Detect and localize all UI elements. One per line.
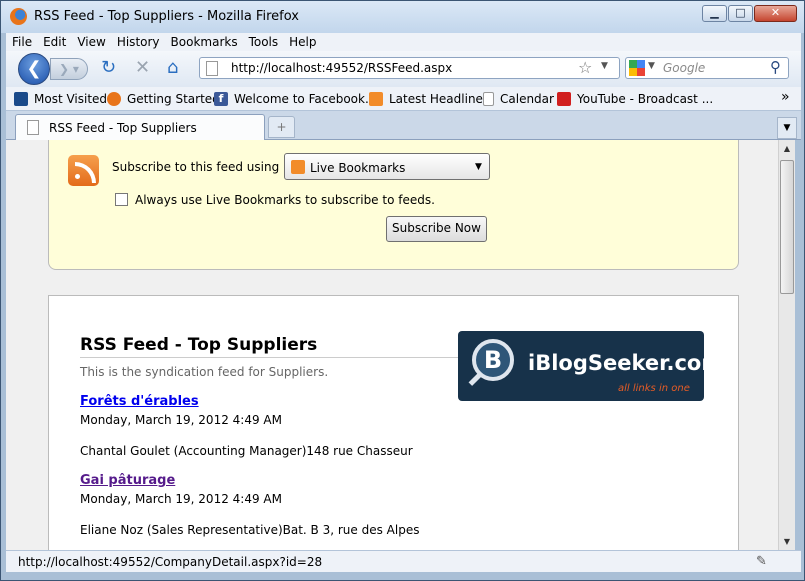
page-content: Subscribe to this feed using Live Bookma…	[6, 140, 778, 550]
iblogseeker-logo[interactable]: B iBlogSeeker.com all links in one	[458, 331, 723, 401]
firefox-icon	[10, 8, 27, 25]
menu-history[interactable]: History	[111, 33, 165, 51]
bookmark-latest-headlines[interactable]: Latest Headlines	[369, 91, 489, 107]
google-icon[interactable]	[629, 60, 645, 76]
always-use-checkbox[interactable]	[115, 193, 128, 206]
back-button[interactable]: ❮	[18, 53, 50, 85]
stop-icon[interactable]: ✕	[135, 59, 150, 77]
home-icon[interactable]: ⌂	[167, 59, 178, 77]
search-placeholder[interactable]: Google	[663, 61, 705, 75]
bookmark-label: YouTube - Broadcast ...	[577, 92, 714, 106]
bookmark-label: Getting Started	[127, 92, 220, 106]
rss-icon	[68, 155, 99, 186]
bookmark-most-visited[interactable]: Most Visited	[14, 91, 107, 107]
menu-edit[interactable]: Edit	[37, 33, 71, 51]
subscribe-panel: Subscribe to this feed using Live Bookma…	[48, 140, 739, 270]
chevron-right-icon[interactable]: »	[781, 89, 790, 105]
status-text: http://localhost:49552/CompanyDetail.asp…	[18, 555, 323, 569]
title-bar: RSS Feed - Top Suppliers - Mozilla Firef…	[1, 1, 804, 33]
menu-help[interactable]: Help	[283, 33, 321, 51]
youtube-icon	[557, 92, 571, 106]
vertical-scrollbar[interactable]: ▲ ▼	[778, 140, 795, 550]
firefox-icon	[107, 92, 121, 106]
tab-bar: RSS Feed - Top Suppliers + ▼	[6, 111, 801, 140]
search-icon[interactable]: ⚲	[770, 58, 781, 76]
reload-icon[interactable]: ↻	[101, 59, 116, 77]
subscribe-label: Subscribe to this feed using	[112, 160, 280, 174]
menu-tools[interactable]: Tools	[243, 33, 284, 51]
menu-file[interactable]: File	[6, 33, 37, 51]
tab-label: RSS Feed - Top Suppliers	[49, 121, 197, 135]
address-bar[interactable]: http://localhost:49552/RSSFeed.aspx ☆ ▼	[199, 57, 620, 79]
window-title: RSS Feed - Top Suppliers - Mozilla Firef…	[34, 9, 299, 24]
bookmark-label: Most Visited	[34, 92, 108, 106]
reader-select-value: Live Bookmarks	[310, 161, 406, 175]
bookmark-label: Latest Headlines	[389, 92, 490, 106]
feed-item-date: Monday, March 19, 2012 4:49 AM	[80, 492, 282, 506]
magnifier-handle	[468, 371, 484, 386]
navigation-toolbar: ❮ ❯ ▾ ↻ ✕ ⌂ http://localhost:49552/RSSFe…	[6, 51, 801, 87]
menu-bar: File Edit View History Bookmarks Tools H…	[6, 33, 801, 51]
maximize-button[interactable]: □	[728, 5, 753, 22]
logo-tagline: all links in one	[618, 383, 690, 394]
bookmark-star-icon[interactable]: ☆	[578, 58, 592, 77]
addon-icon[interactable]: ✎	[756, 554, 767, 569]
feed-body: RSS Feed - Top Suppliers This is the syn…	[48, 295, 739, 550]
search-box[interactable]: ▼ Google ⚲	[625, 57, 789, 79]
facebook-icon: f	[214, 92, 228, 106]
page-icon	[27, 120, 39, 135]
feed-title: RSS Feed - Top Suppliers	[80, 335, 318, 355]
bookmark-getting-started[interactable]: Getting Started	[107, 91, 220, 107]
feed-item-body: Chantal Goulet (Accounting Manager)148 r…	[80, 444, 413, 458]
bookmark-youtube[interactable]: YouTube - Broadcast ...	[557, 91, 713, 107]
page-icon	[206, 61, 218, 76]
status-bar: http://localhost:49552/CompanyDetail.asp…	[6, 550, 801, 572]
url-text[interactable]: http://localhost:49552/RSSFeed.aspx	[231, 61, 452, 75]
close-button[interactable]: ✕	[754, 5, 797, 22]
tab-rss-feed[interactable]: RSS Feed - Top Suppliers	[15, 114, 265, 140]
always-use-label[interactable]: Always use Live Bookmarks to subscribe t…	[135, 193, 435, 207]
menu-view[interactable]: View	[71, 33, 110, 51]
page-icon	[483, 92, 494, 106]
feed-item-date: Monday, March 19, 2012 4:49 AM	[80, 413, 282, 427]
bookmark-star-icon	[14, 92, 28, 106]
rss-icon	[369, 92, 383, 106]
reader-select[interactable]: Live Bookmarks ▼	[284, 153, 490, 180]
logo-brand: iBlogSeeker.com	[528, 351, 724, 375]
minimize-button[interactable]: ▁	[702, 5, 727, 22]
url-dropdown-icon[interactable]: ▼	[601, 61, 608, 71]
tab-list-dropdown-icon[interactable]: ▼	[777, 117, 797, 139]
scroll-down-icon[interactable]: ▼	[779, 533, 795, 550]
feed-item-body: Eliane Noz (Sales Representative)Bat. B …	[80, 523, 420, 537]
forward-button[interactable]: ❯ ▾	[50, 58, 88, 80]
bookmark-facebook[interactable]: f Welcome to Facebook...	[214, 91, 376, 107]
search-engine-dropdown-icon[interactable]: ▼	[648, 61, 655, 71]
subscribe-now-button[interactable]: Subscribe Now	[386, 216, 487, 242]
chevron-down-icon: ▼	[475, 162, 482, 172]
new-tab-button[interactable]: +	[268, 116, 295, 138]
divider	[80, 357, 460, 358]
bookmark-label: Calendar	[500, 92, 554, 106]
bookmark-calendar[interactable]: Calendar	[483, 91, 554, 107]
browser-window: RSS Feed - Top Suppliers - Mozilla Firef…	[0, 0, 805, 581]
feed-item-title-link[interactable]: Gai pâturage	[80, 473, 175, 488]
bookmarks-toolbar: Most Visited Getting Started f Welcome to…	[6, 87, 801, 111]
feed-subtitle: This is the syndication feed for Supplie…	[80, 365, 329, 379]
menu-bookmarks[interactable]: Bookmarks	[165, 33, 243, 51]
rss-icon	[291, 160, 305, 174]
scroll-thumb[interactable]	[780, 160, 794, 294]
feed-item-title-link[interactable]: Forêts d'érables	[80, 394, 199, 409]
bookmark-label: Welcome to Facebook...	[234, 92, 377, 106]
scroll-up-icon[interactable]: ▲	[779, 140, 795, 157]
